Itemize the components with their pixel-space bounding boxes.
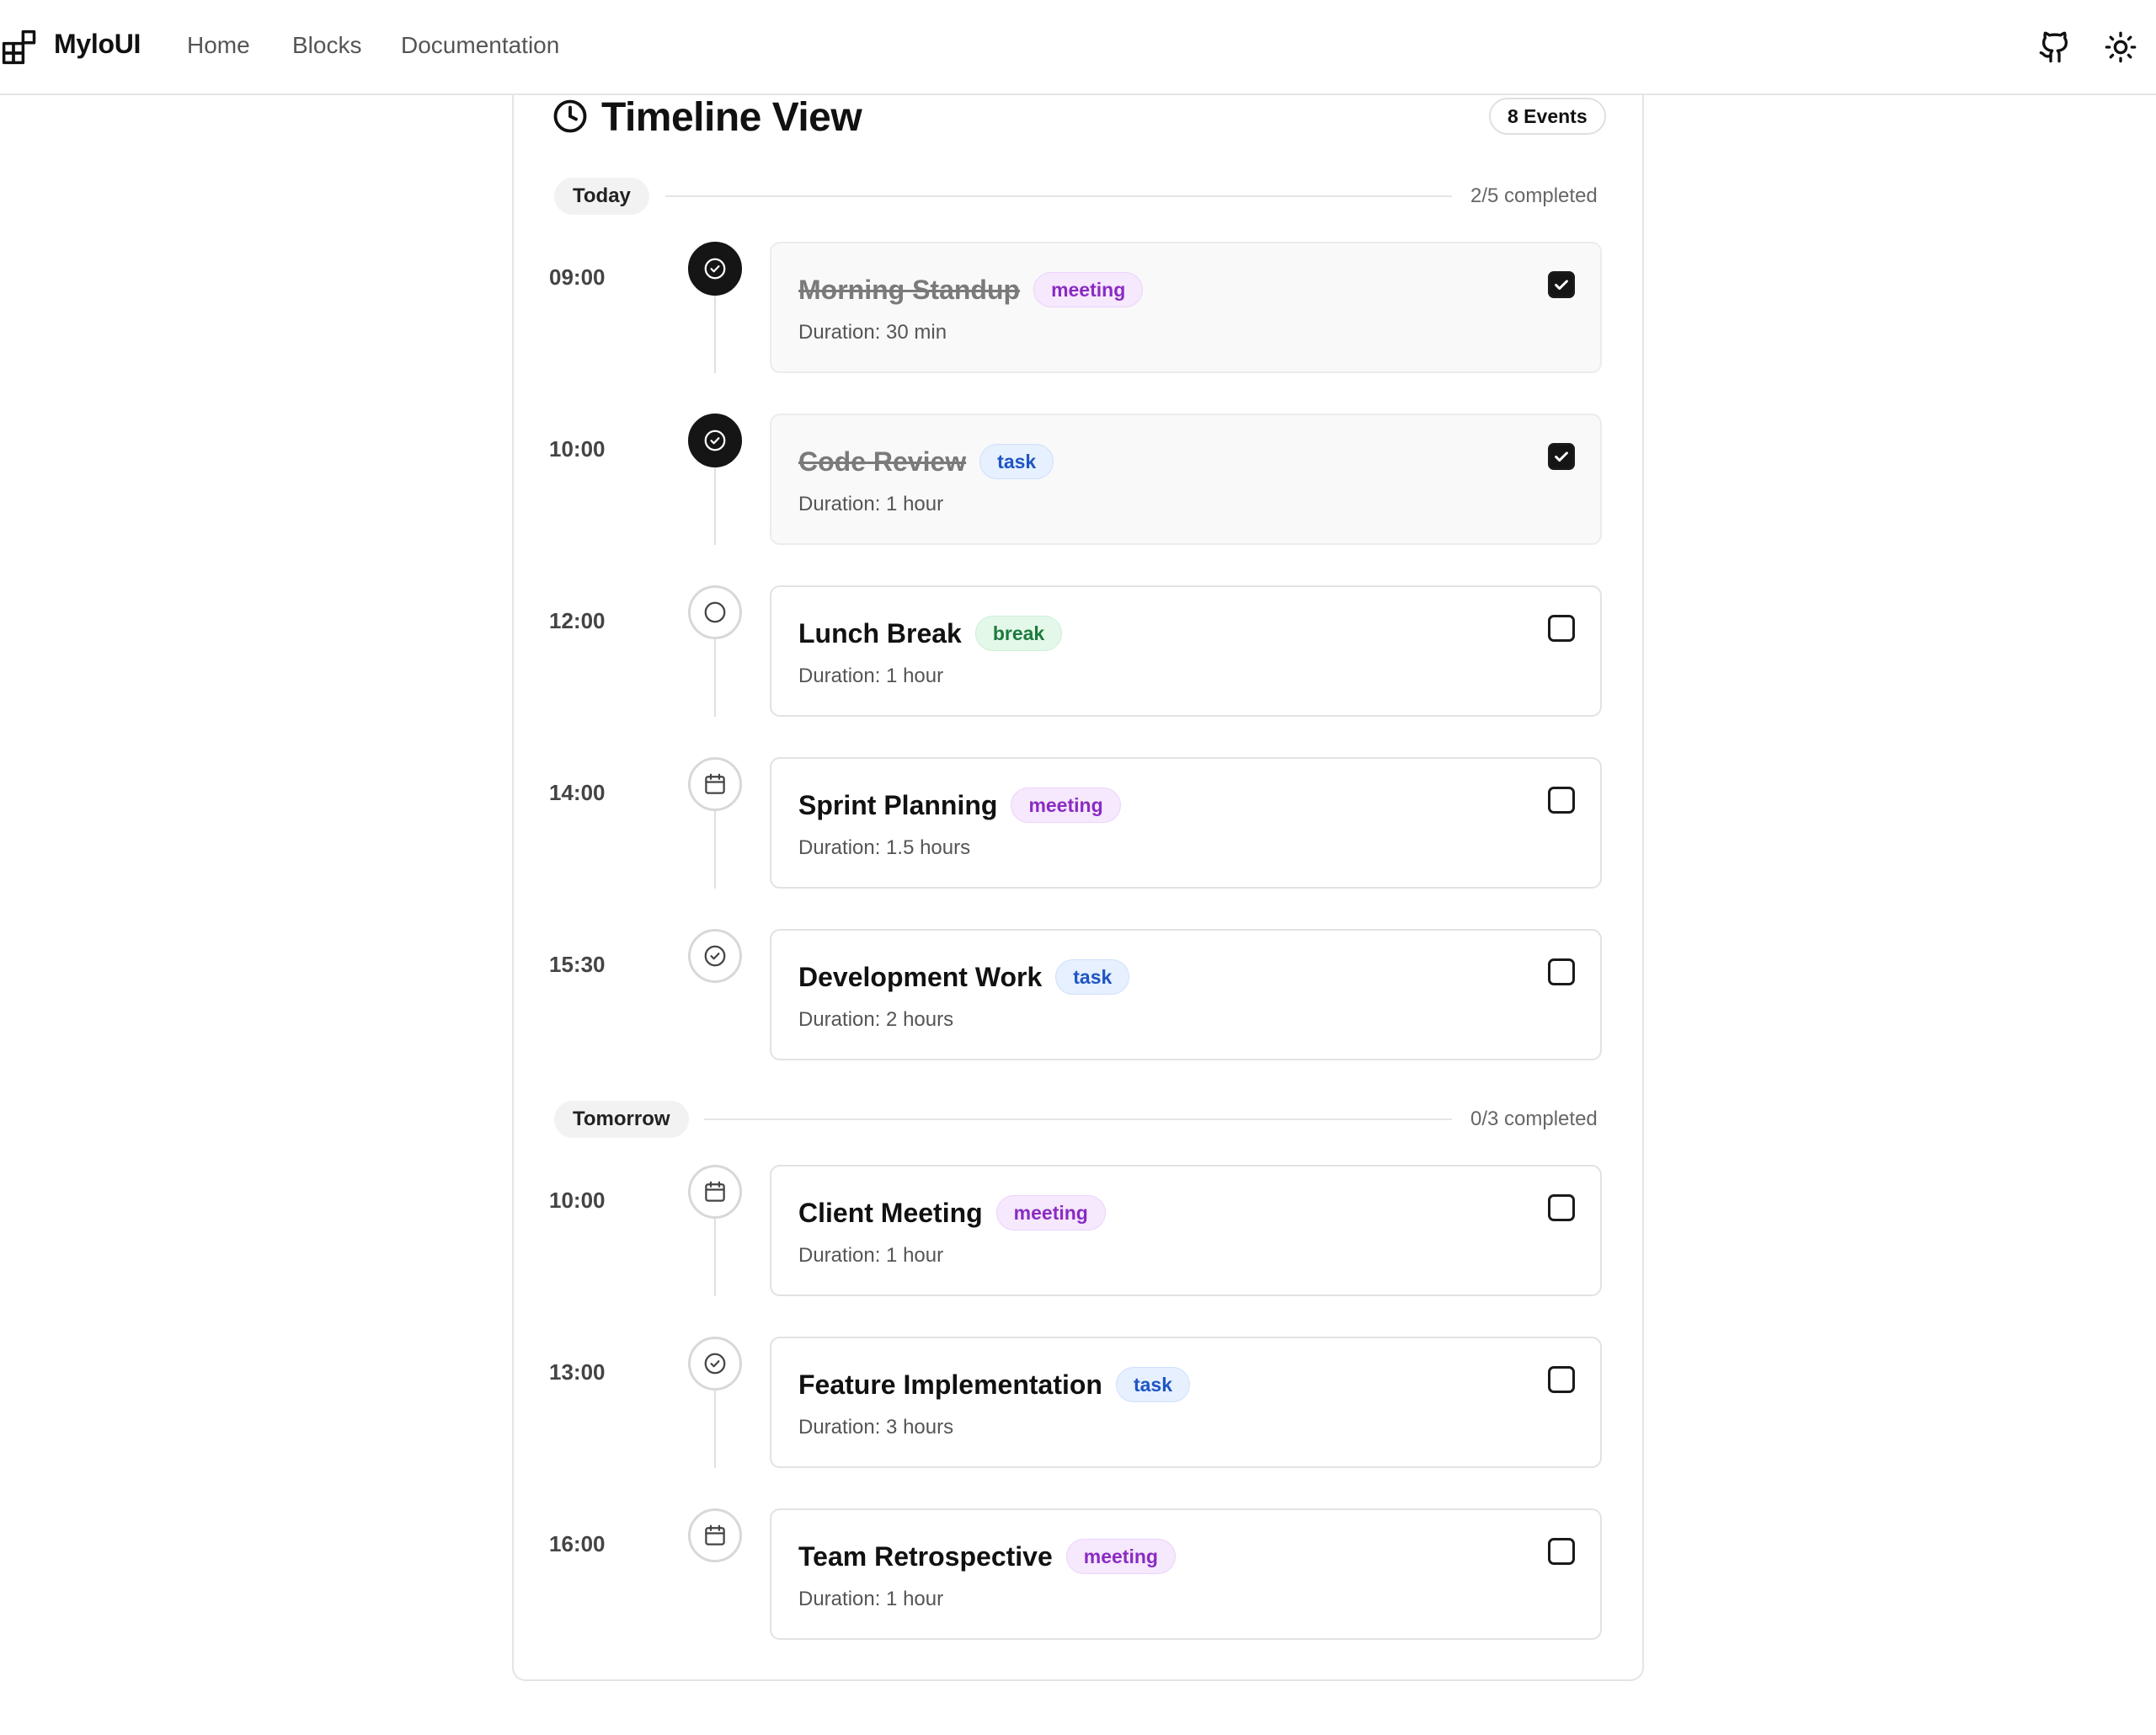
event-title: Code Review bbox=[798, 446, 967, 477]
nav-link-blocks[interactable]: Blocks bbox=[292, 32, 361, 59]
group-progress-tomorrow: 0/3 completed bbox=[1470, 1108, 1598, 1130]
event-card[interactable]: Morning Standup meeting Duration: 30 min bbox=[770, 242, 1602, 373]
event-type-badge: meeting bbox=[1011, 787, 1121, 823]
event-type-badge: task bbox=[1115, 1367, 1190, 1402]
complete-checkbox[interactable] bbox=[1548, 958, 1575, 985]
complete-checkbox[interactable] bbox=[1548, 615, 1575, 642]
calendar-icon bbox=[705, 1524, 725, 1545]
layout-grid-icon[interactable] bbox=[2, 29, 37, 65]
complete-checkbox[interactable] bbox=[1548, 1366, 1575, 1393]
event-title: Client Meeting bbox=[798, 1197, 983, 1228]
github-icon[interactable] bbox=[2038, 30, 2072, 64]
divider bbox=[665, 195, 1452, 197]
event-type-badge: task bbox=[1055, 959, 1130, 995]
timeline-connector bbox=[714, 811, 716, 889]
complete-checkbox[interactable] bbox=[1548, 271, 1575, 298]
event-type-badge: break bbox=[974, 616, 1063, 651]
calendar-icon bbox=[705, 773, 725, 794]
event-header: Code Review task bbox=[798, 444, 1054, 479]
event-header: Development Work task bbox=[798, 959, 1130, 995]
event-time: 09:00 bbox=[549, 264, 606, 290]
checkmark-icon bbox=[1555, 280, 1568, 291]
group-label-tomorrow: Tomorrow bbox=[554, 1101, 689, 1138]
event-header: Lunch Break break bbox=[798, 616, 1063, 651]
event-time: 12:00 bbox=[549, 608, 606, 633]
event-duration: Duration: 30 min bbox=[798, 321, 947, 344]
event-card[interactable]: Team Retrospective meeting Duration: 1 hou… bbox=[770, 1508, 1602, 1640]
nav-link-documentation[interactable]: Documentation bbox=[401, 32, 559, 59]
complete-checkbox[interactable] bbox=[1548, 1194, 1575, 1221]
event-time: 16:00 bbox=[549, 1531, 606, 1556]
event-header: Sprint Planning meeting bbox=[798, 787, 1121, 823]
event-duration: Duration: 1 hour bbox=[798, 493, 944, 515]
event-duration: Duration: 1 hour bbox=[798, 1588, 944, 1610]
page-title: Timeline View bbox=[601, 95, 862, 140]
event-title: Development Work bbox=[798, 961, 1043, 992]
checkmark-icon bbox=[1555, 451, 1568, 462]
check-circle-icon bbox=[704, 1353, 726, 1375]
brand-name[interactable]: MyloUI bbox=[54, 29, 141, 60]
timeline-connector bbox=[714, 467, 716, 545]
event-duration: Duration: 1 hour bbox=[798, 1244, 944, 1267]
divider bbox=[704, 1118, 1452, 1120]
event-type-badge: meeting bbox=[1033, 272, 1144, 307]
timeline-node bbox=[688, 1165, 742, 1219]
group-progress-today: 2/5 completed bbox=[1470, 184, 1598, 207]
clock-icon bbox=[553, 99, 587, 133]
sun-icon[interactable] bbox=[2104, 30, 2137, 64]
event-time: 15:30 bbox=[549, 952, 606, 977]
event-header: Feature Implementation task bbox=[798, 1367, 1190, 1402]
event-card[interactable]: Client Meeting meeting Duration: 1 hour bbox=[770, 1165, 1602, 1296]
top-navbar: MyloUI Home Blocks Documentation bbox=[0, 0, 2156, 95]
events-count-badge: 8 Events bbox=[1489, 98, 1606, 135]
timeline-node bbox=[688, 929, 742, 983]
event-time: 14:00 bbox=[549, 780, 606, 805]
event-type-badge: meeting bbox=[995, 1195, 1106, 1231]
event-card[interactable]: Code Review task Duration: 1 hour bbox=[770, 414, 1602, 545]
event-title: Team Retrospective bbox=[798, 1540, 1053, 1572]
event-title: Morning Standup bbox=[798, 274, 1021, 305]
event-time: 13:00 bbox=[549, 1359, 606, 1385]
event-duration: Duration: 1 hour bbox=[798, 665, 944, 687]
event-card[interactable]: Feature Implementation task Duration: 3 ho… bbox=[770, 1337, 1602, 1468]
timeline-node bbox=[688, 1337, 742, 1391]
timeline-node bbox=[688, 1508, 742, 1562]
event-header: Morning Standup meeting bbox=[798, 272, 1144, 307]
timeline-connector bbox=[714, 1219, 716, 1296]
event-card[interactable]: Development Work task Duration: 2 hours bbox=[770, 929, 1602, 1060]
event-duration: Duration: 2 hours bbox=[798, 1008, 954, 1031]
nav-link-home[interactable]: Home bbox=[187, 32, 250, 59]
event-time: 10:00 bbox=[549, 1188, 606, 1213]
event-header: Team Retrospective meeting bbox=[798, 1539, 1176, 1574]
event-title: Sprint Planning bbox=[798, 789, 998, 820]
event-header: Client Meeting meeting bbox=[798, 1195, 1106, 1231]
event-title: Lunch Break bbox=[798, 617, 962, 649]
complete-checkbox[interactable] bbox=[1548, 1538, 1575, 1565]
group-label-today: Today bbox=[554, 178, 649, 215]
event-duration: Duration: 3 hours bbox=[798, 1416, 954, 1439]
check-circle-icon bbox=[704, 258, 726, 280]
timeline-node bbox=[688, 757, 742, 811]
timeline-connector bbox=[714, 296, 716, 373]
event-duration: Duration: 1.5 hours bbox=[798, 836, 971, 859]
calendar-icon bbox=[705, 1181, 725, 1202]
circle-icon bbox=[704, 601, 726, 623]
event-type-badge: meeting bbox=[1065, 1539, 1176, 1574]
timeline-node bbox=[688, 414, 742, 467]
timeline-node bbox=[688, 242, 742, 296]
event-time: 10:00 bbox=[549, 436, 606, 462]
timeline-connector bbox=[714, 1391, 716, 1468]
timeline-node bbox=[688, 585, 742, 639]
check-circle-icon bbox=[704, 945, 726, 967]
timeline-connector bbox=[714, 639, 716, 717]
complete-checkbox[interactable] bbox=[1548, 787, 1575, 814]
complete-checkbox[interactable] bbox=[1548, 443, 1575, 470]
event-type-badge: task bbox=[979, 444, 1054, 479]
event-title: Feature Implementation bbox=[798, 1369, 1102, 1400]
event-card[interactable]: Lunch Break break Duration: 1 hour bbox=[770, 585, 1602, 717]
check-circle-icon bbox=[704, 430, 726, 451]
event-card[interactable]: Sprint Planning meeting Duration: 1.5 hour… bbox=[770, 757, 1602, 889]
